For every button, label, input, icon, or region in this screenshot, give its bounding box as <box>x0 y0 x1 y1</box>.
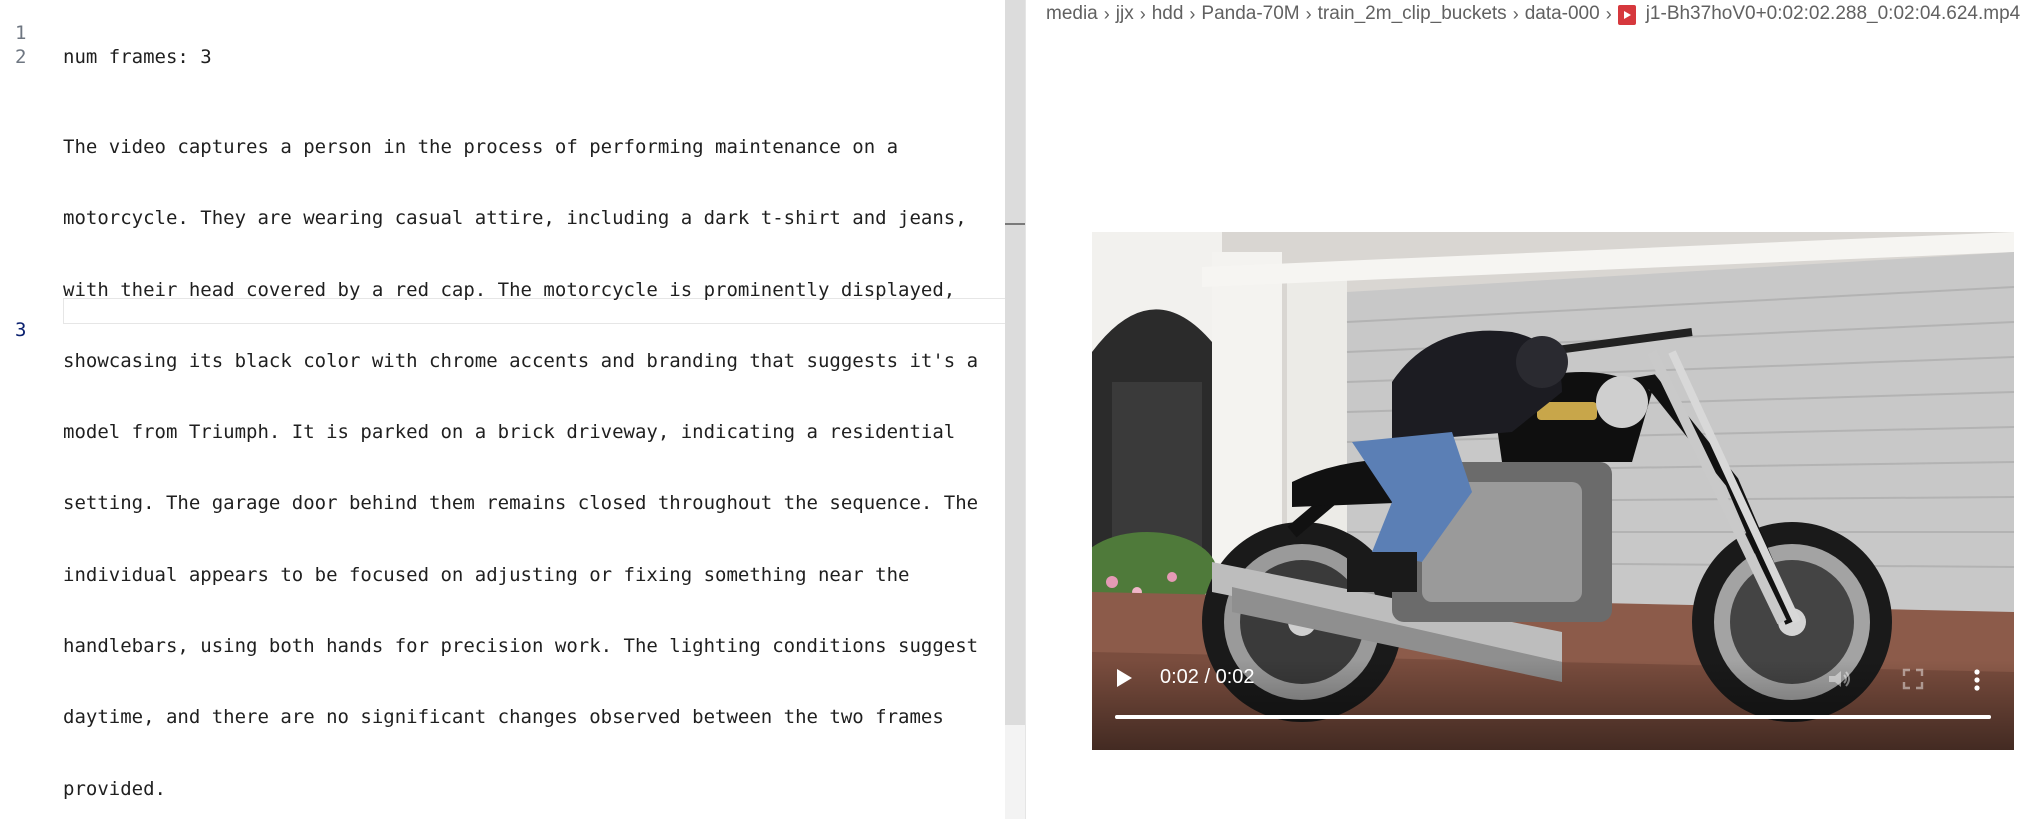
wrapped-row: The video captures a person in the proce… <box>63 136 899 158</box>
fullscreen-icon[interactable] <box>1902 668 1924 690</box>
wrapped-row: setting. The garage door behind them rem… <box>63 492 979 515</box>
wrapped-row: motorcycle. They are wearing casual atti… <box>63 207 967 230</box>
chevron-right-icon: › <box>1512 3 1519 24</box>
breadcrumb-item-data-000[interactable]: data-000 <box>1525 3 1600 25</box>
wrapped-row: model from Triumph. It is parked on a br… <box>63 421 956 444</box>
breadcrumb-item-train-buckets[interactable]: train_2m_clip_buckets <box>1318 3 1507 25</box>
line-number: 2 <box>15 46 27 68</box>
play-icon[interactable] <box>1112 666 1136 690</box>
line-text: The video captures a person in the proce… <box>63 90 978 819</box>
wrapped-row: provided. <box>63 777 166 800</box>
scrollbar-gutter <box>1005 725 1025 819</box>
chevron-right-icon: › <box>1189 3 1196 24</box>
chevron-right-icon: › <box>1103 3 1110 24</box>
editor-line-2[interactable]: 2 The video captures a person in the pro… <box>0 24 1005 800</box>
wrapped-row: daytime, and there are no significant ch… <box>63 706 944 729</box>
chevron-right-icon: › <box>1605 3 1612 24</box>
video-file-icon <box>1617 5 1636 25</box>
editor-line-3[interactable]: 3 <box>0 297 1005 385</box>
video-player[interactable]: 0:02 / 0:02 <box>1092 232 2014 750</box>
chevron-right-icon: › <box>1139 3 1146 24</box>
breadcrumb-item-jjx[interactable]: jjx <box>1116 3 1134 25</box>
line-number: 3 <box>15 319 27 341</box>
progress-bar[interactable] <box>1115 715 1991 719</box>
scrollbar-position-marker <box>1005 223 1025 225</box>
breadcrumb-item-media[interactable]: media <box>1046 3 1098 25</box>
wrapped-row: handlebars, using both hands for precisi… <box>63 635 979 658</box>
breadcrumb: media › jjx › hdd › Panda-70M › train_2m… <box>1046 0 2036 28</box>
progress-fill <box>1115 715 1991 719</box>
volume-icon[interactable] <box>1827 668 1853 690</box>
breadcrumb-item-panda-70m[interactable]: Panda-70M <box>1201 3 1299 25</box>
more-options-icon[interactable] <box>1972 668 1982 692</box>
text-editor[interactable]: 1 num frames: 3 2 The video captures a p… <box>0 0 1005 819</box>
breadcrumb-item-file[interactable]: j1-Bh37hoV0+0:02:02.288_0:02:04.624.mp4 <box>1646 3 2021 25</box>
chevron-right-icon: › <box>1305 3 1312 24</box>
vertical-scrollbar[interactable] <box>1005 0 1025 725</box>
breadcrumb-item-hdd[interactable]: hdd <box>1152 3 1184 25</box>
time-display: 0:02 / 0:02 <box>1160 666 1255 688</box>
wrapped-row: individual appears to be focused on adju… <box>63 563 910 586</box>
